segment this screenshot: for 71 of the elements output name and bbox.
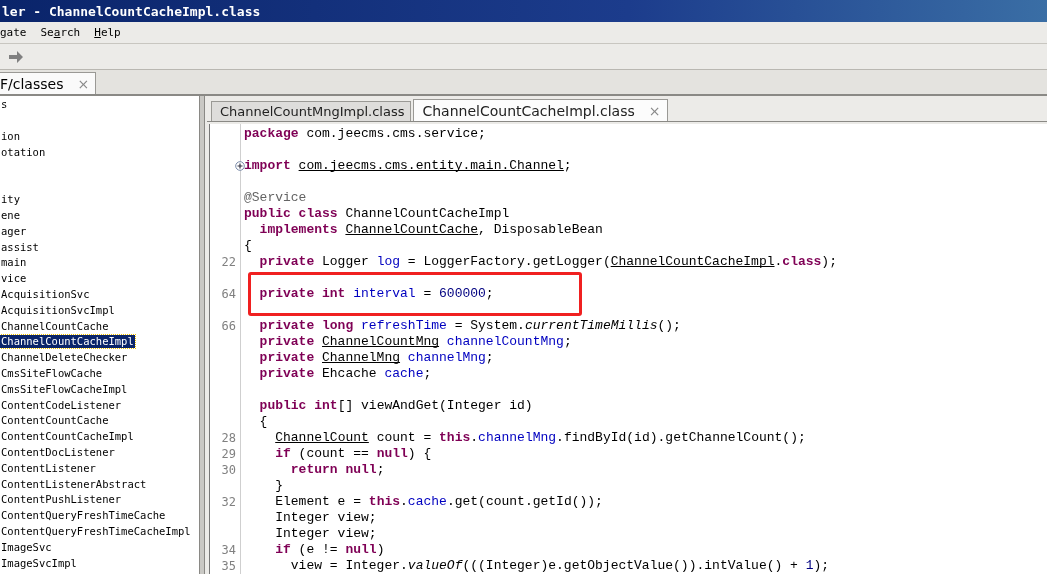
line-number: 64 <box>221 287 236 301</box>
tab-label: F/classes <box>0 75 64 92</box>
forward-arrow-icon[interactable] <box>8 49 24 64</box>
tree-item[interactable]: ImageSvcImpl <box>0 556 78 570</box>
tree-item[interactable]: ContentDocListener <box>0 445 116 459</box>
editor-tab[interactable]: ChannelCountCacheImpl.class × <box>413 99 668 121</box>
expand-icon[interactable] <box>235 161 245 171</box>
code-line: } <box>274 478 284 494</box>
tree-item[interactable]: ContentQueryFreshTimeCache <box>0 509 167 523</box>
code-line: return null; <box>289 462 386 478</box>
code-line: private ChannelMng channelMng; <box>258 350 495 366</box>
tree-item[interactable]: ity <box>0 193 21 207</box>
code-line: private Logger log = LoggerFactory.getLogger(ChannelCountCacheImpl.class); <box>258 254 838 270</box>
menu-item[interactable]: Help <box>94 26 121 39</box>
line-number: 30 <box>221 463 236 477</box>
code-line: view = Integer.valueOf(((Integer)e.getObjectValue()).intValue() + 1); <box>289 558 831 574</box>
tree-item[interactable]: main <box>0 256 28 270</box>
line-number: 35 <box>221 559 236 573</box>
tree-item[interactable]: ene <box>0 208 21 222</box>
tree-item[interactable]: ImageSvc <box>0 540 53 554</box>
tree-item[interactable]: ContentCountCacheImpl <box>0 430 135 444</box>
code-line: if (count == null) { <box>274 446 433 462</box>
tree-item[interactable]: ChannelCountCache <box>0 319 110 333</box>
tree-item[interactable]: ContentListenerAbstract <box>0 477 148 491</box>
code-line: ChannelCount count = this.channelMng.findById(id).getChannelCount(); <box>274 430 807 446</box>
code-line: Integer view; <box>274 526 378 542</box>
code-line: private Ehcache cache; <box>258 366 433 382</box>
code-line: if (e != null) <box>274 542 386 558</box>
tree-item[interactable]: ion <box>0 130 21 143</box>
tree-item[interactable]: otation <box>0 145 47 159</box>
code-line: { <box>258 414 269 430</box>
window-title: ler - ChannelCountCacheImpl.class <box>2 3 261 19</box>
code-line: @Service <box>244 190 308 206</box>
tree-item[interactable]: assist <box>0 240 40 254</box>
tree-item[interactable]: ContentCountCache <box>0 414 110 428</box>
line-number: 32 <box>221 495 236 509</box>
code-line: package com.jeecms.cms.service; <box>244 126 487 142</box>
code-line: public class ChannelCountCacheImpl <box>244 206 511 222</box>
code-line: Element e = this.cache.get(count.getId()); <box>274 494 604 510</box>
editor-tab[interactable]: ChannelCountMngImpl.class <box>211 101 412 121</box>
code-line: private ChannelCountMng channelCountMng; <box>258 334 573 350</box>
line-number: 29 <box>221 447 236 461</box>
tree-item[interactable]: ChannelDeleteChecker <box>0 351 129 365</box>
tree-item[interactable]: ContentCodeListener <box>0 398 123 412</box>
tree-item[interactable]: CmsSiteFlowCacheImpl <box>0 382 129 396</box>
close-icon[interactable]: × <box>648 102 661 119</box>
code-line: { <box>244 238 253 254</box>
close-icon[interactable]: × <box>77 75 90 92</box>
tree-item[interactable]: s <box>0 98 9 112</box>
tree-item[interactable]: AcquisitionSvcImpl <box>0 303 116 317</box>
line-number: 34 <box>221 543 236 557</box>
tree-item[interactable]: ager <box>0 224 28 238</box>
code-line: private int interval = 600000; <box>258 286 495 302</box>
menu-item[interactable]: Search <box>40 26 81 39</box>
tree-item[interactable]: CmsSiteFlowCache <box>0 366 104 380</box>
tree-item[interactable]: ContentQueryFreshTimeCacheImpl <box>0 524 192 538</box>
line-number: 22 <box>221 255 236 269</box>
line-number: 28 <box>221 431 236 445</box>
menu-item[interactable]: gate <box>0 26 27 39</box>
tree-item[interactable]: ChannelCountCacheImpl <box>0 335 135 349</box>
code-line: import com.jeecms.cms.entity.main.Channel; <box>244 158 573 174</box>
tree-item[interactable]: ContentPushListener <box>0 493 123 507</box>
code-line: implements ChannelCountCache, DisposableBean <box>258 222 604 238</box>
code-line: Integer view; <box>274 510 378 526</box>
file-tab[interactable]: F/classes × <box>0 72 97 94</box>
line-number: 66 <box>221 319 236 333</box>
tree-item[interactable]: vice <box>0 272 28 286</box>
code-line: private long refreshTime = System.currentTimeMillis(); <box>258 318 682 334</box>
tree-item[interactable]: AcquisitionSvc <box>0 287 91 301</box>
tree-item[interactable]: ContentListener <box>0 461 97 475</box>
code-line: public int[] viewAndGet(Integer id) <box>258 398 534 414</box>
